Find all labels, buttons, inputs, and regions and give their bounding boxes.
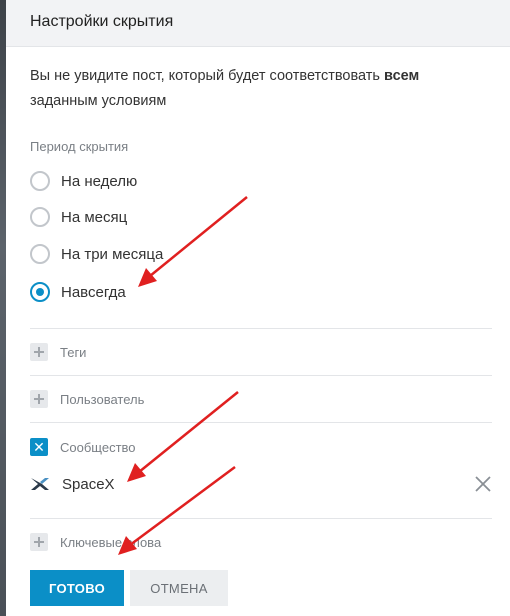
radio-label-forever: Навсегда: [61, 283, 126, 301]
done-button[interactable]: ГОТОВО: [30, 570, 124, 606]
plus-icon[interactable]: [30, 343, 48, 361]
filter-keywords-label: Ключевые слова: [60, 534, 162, 550]
radio-option-three-months[interactable]: На три месяца: [30, 242, 163, 266]
divider: [30, 328, 492, 329]
filter-community[interactable]: ✕ Сообщество: [30, 437, 136, 457]
divider: [30, 375, 492, 376]
hide-settings-dialog: Настройки скрытия Вы не увидите пост, ко…: [6, 0, 510, 616]
intro-text-bold: всем: [384, 68, 420, 84]
radio-option-month[interactable]: На месяц: [30, 205, 127, 229]
radio-option-week[interactable]: На неделю: [30, 169, 137, 193]
intro-text-main: Вы не увидите пост, который будет соотве…: [30, 68, 380, 84]
period-label: Период скрытия: [30, 139, 129, 154]
divider: [30, 422, 492, 423]
plus-icon[interactable]: [30, 533, 48, 551]
filter-community-label: Сообщество: [60, 439, 136, 455]
spacex-logo-icon: [31, 478, 49, 490]
check-icon[interactable]: ✕: [30, 438, 48, 456]
community-name: SpaceX: [62, 475, 115, 493]
close-icon[interactable]: [474, 475, 492, 493]
radio-button-week[interactable]: [30, 171, 50, 191]
intro-text: Вы не увидите пост, который будет соотве…: [30, 64, 470, 114]
dialog-title: Настройки скрытия: [30, 13, 174, 30]
radio-button-forever[interactable]: [30, 282, 50, 302]
filter-tags-label: Теги: [60, 344, 87, 360]
radio-option-forever[interactable]: Навсегда: [30, 280, 126, 304]
dialog-header: Настройки скрытия: [6, 0, 510, 47]
filter-user-label: Пользователь: [60, 391, 145, 407]
radio-button-month[interactable]: [30, 207, 50, 227]
radio-button-three-months[interactable]: [30, 244, 50, 264]
radio-label-week: На неделю: [61, 172, 138, 190]
filter-tags[interactable]: Теги: [30, 342, 86, 362]
filter-user[interactable]: Пользователь: [30, 389, 144, 409]
radio-label-month: На месяц: [61, 208, 128, 226]
plus-icon[interactable]: [30, 390, 48, 408]
intro-text-rest: заданным условиям: [30, 93, 167, 109]
radio-label-three-months: На три месяца: [61, 245, 164, 263]
selected-community: SpaceX: [30, 472, 492, 496]
divider: [30, 518, 492, 519]
cancel-button[interactable]: ОТМЕНА: [130, 570, 228, 606]
filter-keywords[interactable]: Ключевые слова: [30, 532, 161, 552]
